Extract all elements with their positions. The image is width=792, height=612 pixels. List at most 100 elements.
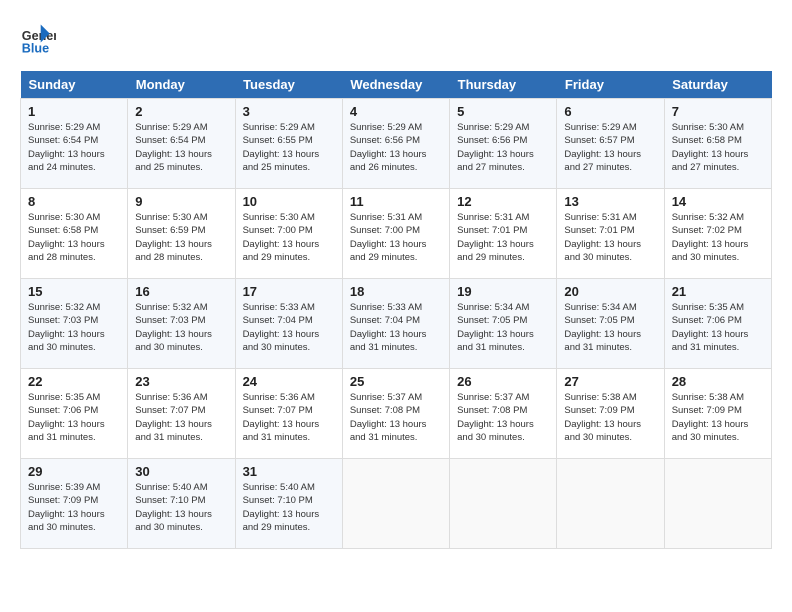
- day-number: 1: [28, 104, 120, 119]
- day-info: Sunrise: 5:38 AMSunset: 7:09 PMDaylight:…: [672, 391, 764, 444]
- day-of-week-header: Tuesday: [235, 71, 342, 99]
- calendar-day-cell: 24Sunrise: 5:36 AMSunset: 7:07 PMDayligh…: [235, 369, 342, 459]
- calendar-day-cell: 31 Sunrise: 5:40 AMSunset: 7:10 PMDayligh…: [235, 459, 342, 549]
- calendar-day-cell: 26Sunrise: 5:37 AMSunset: 7:08 PMDayligh…: [450, 369, 557, 459]
- calendar-day-cell: 25 Sunrise: 5:37 AMSunset: 7:08 PMDayligh…: [342, 369, 449, 459]
- day-number: 4: [350, 104, 442, 119]
- calendar-week-row: 1 Sunrise: 5:29 AMSunset: 6:54 PMDaylight…: [21, 99, 772, 189]
- calendar-day-cell: 21 Sunrise: 5:35 AMSunset: 7:06 PMDayligh…: [664, 279, 771, 369]
- calendar-day-cell: [664, 459, 771, 549]
- day-info: Sunrise: 5:40 AMSunset: 7:10 PMDaylight:…: [135, 481, 227, 534]
- calendar-day-cell: 20Sunrise: 5:34 AMSunset: 7:05 PMDayligh…: [557, 279, 664, 369]
- day-of-week-header: Saturday: [664, 71, 771, 99]
- calendar-day-cell: 10Sunrise: 5:30 AMSunset: 7:00 PMDayligh…: [235, 189, 342, 279]
- calendar-week-row: 15Sunrise: 5:32 AMSunset: 7:03 PMDayligh…: [21, 279, 772, 369]
- day-info: Sunrise: 5:36 AMSunset: 7:07 PMDaylight:…: [243, 391, 335, 444]
- calendar-day-cell: 16 Sunrise: 5:32 AMSunset: 7:03 PMDayligh…: [128, 279, 235, 369]
- day-info: Sunrise: 5:39 AMSunset: 7:09 PMDaylight:…: [28, 481, 120, 534]
- calendar-day-cell: 18Sunrise: 5:33 AMSunset: 7:04 PMDayligh…: [342, 279, 449, 369]
- calendar-day-cell: [450, 459, 557, 549]
- day-info: Sunrise: 5:36 AMSunset: 7:07 PMDaylight:…: [135, 391, 227, 444]
- calendar-day-cell: 15Sunrise: 5:32 AMSunset: 7:03 PMDayligh…: [21, 279, 128, 369]
- day-number: 31: [243, 464, 335, 479]
- day-number: 29: [28, 464, 120, 479]
- day-number: 25: [350, 374, 442, 389]
- day-info: Sunrise: 5:35 AMSunset: 7:06 PMDaylight:…: [28, 391, 120, 444]
- day-of-week-header: Thursday: [450, 71, 557, 99]
- day-number: 9: [135, 194, 227, 209]
- day-info: Sunrise: 5:32 AMSunset: 7:03 PMDaylight:…: [135, 301, 227, 354]
- calendar-day-cell: 13 Sunrise: 5:31 AMSunset: 7:01 PMDayligh…: [557, 189, 664, 279]
- day-info: Sunrise: 5:29 AMSunset: 6:57 PMDaylight:…: [564, 121, 656, 174]
- day-info: Sunrise: 5:29 AMSunset: 6:54 PMDaylight:…: [135, 121, 227, 174]
- day-number: 23: [135, 374, 227, 389]
- day-info: Sunrise: 5:31 AMSunset: 7:01 PMDaylight:…: [564, 211, 656, 264]
- day-info: Sunrise: 5:32 AMSunset: 7:03 PMDaylight:…: [28, 301, 120, 354]
- calendar-day-cell: 27 Sunrise: 5:38 AMSunset: 7:09 PMDayligh…: [557, 369, 664, 459]
- day-number: 2: [135, 104, 227, 119]
- day-info: Sunrise: 5:30 AMSunset: 6:59 PMDaylight:…: [135, 211, 227, 264]
- day-number: 6: [564, 104, 656, 119]
- day-info: Sunrise: 5:34 AMSunset: 7:05 PMDaylight:…: [564, 301, 656, 354]
- day-info: Sunrise: 5:34 AMSunset: 7:05 PMDaylight:…: [457, 301, 549, 354]
- day-number: 14: [672, 194, 764, 209]
- day-of-week-header: Friday: [557, 71, 664, 99]
- calendar-week-row: 22 Sunrise: 5:35 AMSunset: 7:06 PMDayligh…: [21, 369, 772, 459]
- day-number: 16: [135, 284, 227, 299]
- calendar-day-cell: 7 Sunrise: 5:30 AMSunset: 6:58 PMDaylight…: [664, 99, 771, 189]
- calendar-day-cell: [342, 459, 449, 549]
- day-info: Sunrise: 5:32 AMSunset: 7:02 PMDaylight:…: [672, 211, 764, 264]
- day-number: 3: [243, 104, 335, 119]
- calendar-day-cell: 28 Sunrise: 5:38 AMSunset: 7:09 PMDayligh…: [664, 369, 771, 459]
- day-info: Sunrise: 5:31 AMSunset: 7:00 PMDaylight:…: [350, 211, 442, 264]
- day-info: Sunrise: 5:29 AMSunset: 6:56 PMDaylight:…: [350, 121, 442, 174]
- calendar-day-cell: 17 Sunrise: 5:33 AMSunset: 7:04 PMDayligh…: [235, 279, 342, 369]
- calendar-day-cell: 12 Sunrise: 5:31 AMSunset: 7:01 PMDayligh…: [450, 189, 557, 279]
- calendar-day-cell: [557, 459, 664, 549]
- calendar-header-row: SundayMondayTuesdayWednesdayThursdayFrid…: [21, 71, 772, 99]
- day-number: 12: [457, 194, 549, 209]
- day-info: Sunrise: 5:30 AMSunset: 6:58 PMDaylight:…: [28, 211, 120, 264]
- day-number: 30: [135, 464, 227, 479]
- calendar-day-cell: 14 Sunrise: 5:32 AMSunset: 7:02 PMDayligh…: [664, 189, 771, 279]
- day-info: Sunrise: 5:31 AMSunset: 7:01 PMDaylight:…: [457, 211, 549, 264]
- calendar-day-cell: 1 Sunrise: 5:29 AMSunset: 6:54 PMDaylight…: [21, 99, 128, 189]
- day-info: Sunrise: 5:33 AMSunset: 7:04 PMDaylight:…: [350, 301, 442, 354]
- day-number: 8: [28, 194, 120, 209]
- day-number: 21: [672, 284, 764, 299]
- day-of-week-header: Wednesday: [342, 71, 449, 99]
- calendar-day-cell: 4 Sunrise: 5:29 AMSunset: 6:56 PMDaylight…: [342, 99, 449, 189]
- calendar-table: SundayMondayTuesdayWednesdayThursdayFrid…: [20, 71, 772, 549]
- logo-icon: General Blue: [20, 20, 56, 56]
- day-number: 13: [564, 194, 656, 209]
- day-number: 5: [457, 104, 549, 119]
- day-of-week-header: Sunday: [21, 71, 128, 99]
- calendar-day-cell: 5Sunrise: 5:29 AMSunset: 6:56 PMDaylight…: [450, 99, 557, 189]
- day-info: Sunrise: 5:35 AMSunset: 7:06 PMDaylight:…: [672, 301, 764, 354]
- calendar-day-cell: 29 Sunrise: 5:39 AMSunset: 7:09 PMDayligh…: [21, 459, 128, 549]
- calendar-week-row: 29 Sunrise: 5:39 AMSunset: 7:09 PMDayligh…: [21, 459, 772, 549]
- day-number: 17: [243, 284, 335, 299]
- day-number: 7: [672, 104, 764, 119]
- svg-text:Blue: Blue: [22, 41, 49, 55]
- calendar-day-cell: 19Sunrise: 5:34 AMSunset: 7:05 PMDayligh…: [450, 279, 557, 369]
- day-info: Sunrise: 5:40 AMSunset: 7:10 PMDaylight:…: [243, 481, 335, 534]
- day-info: Sunrise: 5:29 AMSunset: 6:54 PMDaylight:…: [28, 121, 120, 174]
- day-number: 22: [28, 374, 120, 389]
- calendar-week-row: 8 Sunrise: 5:30 AMSunset: 6:58 PMDaylight…: [21, 189, 772, 279]
- calendar-day-cell: 3 Sunrise: 5:29 AMSunset: 6:55 PMDaylight…: [235, 99, 342, 189]
- calendar-day-cell: 8 Sunrise: 5:30 AMSunset: 6:58 PMDaylight…: [21, 189, 128, 279]
- logo: General Blue: [20, 20, 56, 56]
- day-number: 28: [672, 374, 764, 389]
- calendar-day-cell: 23 Sunrise: 5:36 AMSunset: 7:07 PMDayligh…: [128, 369, 235, 459]
- calendar-day-cell: 2 Sunrise: 5:29 AMSunset: 6:54 PMDaylight…: [128, 99, 235, 189]
- day-info: Sunrise: 5:30 AMSunset: 7:00 PMDaylight:…: [243, 211, 335, 264]
- day-info: Sunrise: 5:29 AMSunset: 6:55 PMDaylight:…: [243, 121, 335, 174]
- day-info: Sunrise: 5:37 AMSunset: 7:08 PMDaylight:…: [350, 391, 442, 444]
- day-info: Sunrise: 5:33 AMSunset: 7:04 PMDaylight:…: [243, 301, 335, 354]
- day-info: Sunrise: 5:38 AMSunset: 7:09 PMDaylight:…: [564, 391, 656, 444]
- calendar-day-cell: 9 Sunrise: 5:30 AMSunset: 6:59 PMDaylight…: [128, 189, 235, 279]
- day-number: 27: [564, 374, 656, 389]
- calendar-day-cell: 11Sunrise: 5:31 AMSunset: 7:00 PMDayligh…: [342, 189, 449, 279]
- day-info: Sunrise: 5:30 AMSunset: 6:58 PMDaylight:…: [672, 121, 764, 174]
